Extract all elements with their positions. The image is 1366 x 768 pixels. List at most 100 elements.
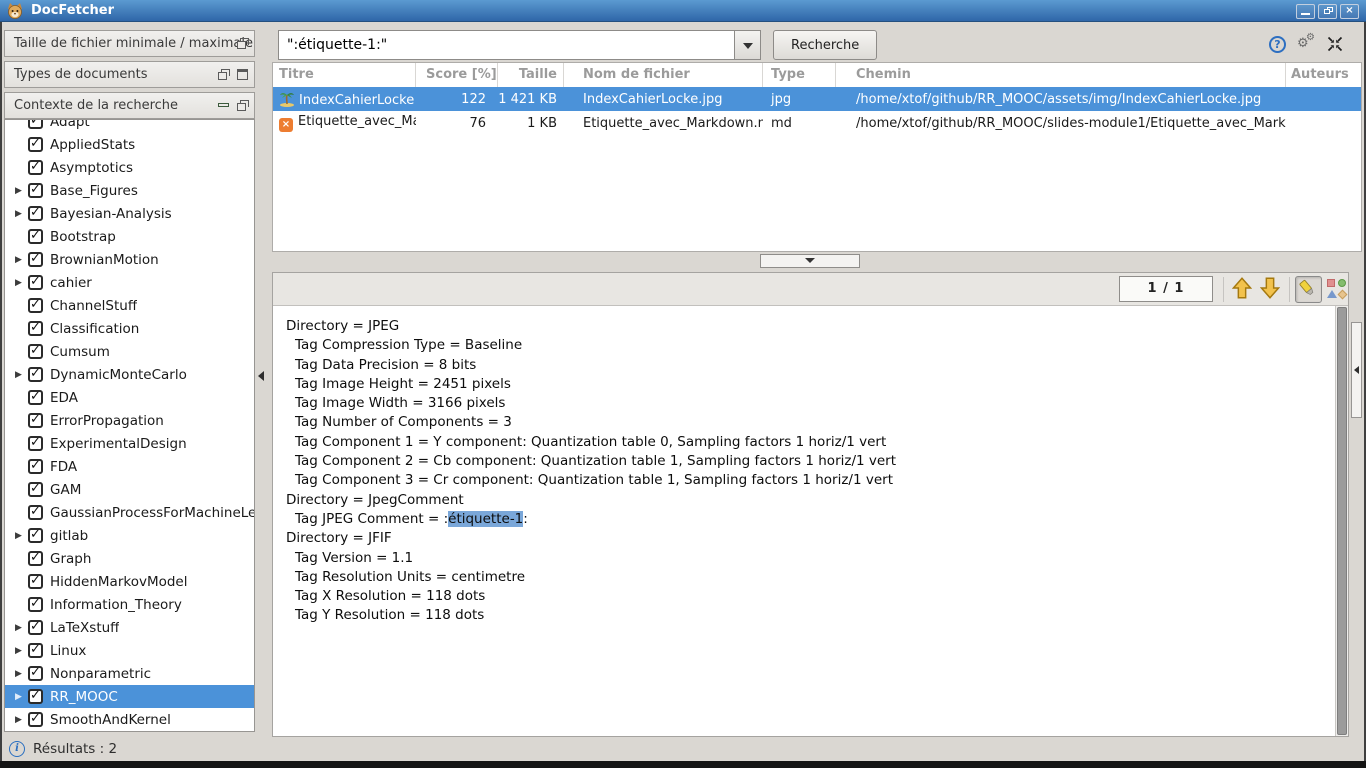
tree-item-brownianmotion[interactable]: ▶BrownianMotion	[5, 248, 254, 271]
tree-item-graph[interactable]: Graph	[5, 547, 254, 570]
restore-button[interactable]	[1318, 4, 1337, 19]
tree-item-checkbox[interactable]	[28, 712, 43, 727]
expand-arrow-icon[interactable]: ▶	[15, 186, 28, 196]
tree-item-gitlab[interactable]: ▶gitlab	[5, 524, 254, 547]
column-header-chemin[interactable]: Chemin	[836, 63, 1286, 87]
tree-item-classification[interactable]: Classification	[5, 317, 254, 340]
tree-item-checkbox[interactable]	[28, 643, 43, 658]
tree-item-checkbox[interactable]	[28, 528, 43, 543]
result-row[interactable]: IndexCahierLocke1221 421 KBIndexCahierLo…	[273, 87, 1361, 111]
tree-item-checkbox[interactable]	[28, 505, 43, 520]
previous-occurrence-button[interactable]	[1229, 277, 1255, 303]
scrollbar-thumb[interactable]	[1337, 307, 1347, 735]
expand-arrow-icon[interactable]: ▶	[15, 715, 28, 725]
restore-panel-icon[interactable]	[237, 38, 248, 49]
tree-item-checkbox[interactable]	[28, 229, 43, 244]
tree-item-errorpropagation[interactable]: ErrorPropagation	[5, 409, 254, 432]
tree-item-checkbox[interactable]	[28, 482, 43, 497]
expand-arrow-icon[interactable]: ▶	[15, 623, 28, 633]
tree-item-cumsum[interactable]: Cumsum	[5, 340, 254, 363]
horizontal-splitter[interactable]	[272, 252, 1362, 272]
tree-item-gaussianprocessformachinelearning[interactable]: GaussianProcessForMachineLearning	[5, 501, 254, 524]
page-indicator[interactable]: 1 / 1	[1119, 276, 1213, 302]
tree-item-rr_mooc[interactable]: ▶RR_MOOC	[5, 685, 254, 708]
preview-scrollbar[interactable]	[1335, 306, 1348, 736]
help-icon[interactable]: ?	[1269, 36, 1286, 53]
preview-text[interactable]: Directory = JPEGTag Compression Type = B…	[273, 306, 1335, 736]
tree-item-bayesian-analysis[interactable]: ▶Bayesian-Analysis	[5, 202, 254, 225]
tree-item-checkbox[interactable]	[28, 298, 43, 313]
tree-item-checkbox[interactable]	[28, 620, 43, 635]
tree-item-latexstuff[interactable]: ▶LaTeXstuff	[5, 616, 254, 639]
maximize-panel-icon[interactable]	[237, 69, 248, 80]
column-header-score-[interactable]: Score [%]	[416, 63, 498, 87]
tree-item-asymptotics[interactable]: Asymptotics	[5, 156, 254, 179]
restore-panel-icon[interactable]	[237, 100, 248, 111]
search-history-dropdown-button[interactable]	[734, 30, 761, 60]
tree-item-checkbox[interactable]	[28, 321, 43, 336]
minimize-panel-icon[interactable]	[218, 103, 229, 107]
expand-arrow-icon[interactable]: ▶	[15, 255, 28, 265]
tree-item-checkbox[interactable]	[28, 459, 43, 474]
collapse-preview-side-button[interactable]	[1351, 322, 1362, 418]
tree-item-checkbox[interactable]	[28, 390, 43, 405]
panel-search-scope[interactable]: Contexte de la recherche	[4, 92, 255, 119]
minimize-button[interactable]	[1296, 4, 1315, 19]
restore-panel-icon[interactable]	[218, 69, 229, 80]
tree-item-channelstuff[interactable]: ChannelStuff	[5, 294, 254, 317]
tree-item-nonparametric[interactable]: ▶Nonparametric	[5, 662, 254, 685]
expand-arrow-icon[interactable]: ▶	[15, 669, 28, 679]
tree-item-checkbox[interactable]	[28, 137, 43, 152]
sidebar-collapse-handle[interactable]	[258, 371, 268, 389]
tree-item-checkbox[interactable]	[28, 119, 43, 129]
tree-item-checkbox[interactable]	[28, 597, 43, 612]
tree-item-base_figures[interactable]: ▶Base_Figures	[5, 179, 254, 202]
close-button[interactable]: ×	[1340, 4, 1359, 19]
tree-item-checkbox[interactable]	[28, 551, 43, 566]
next-occurrence-button[interactable]	[1257, 277, 1283, 303]
preferences-gears-icon[interactable]: ⚙⚙	[1297, 32, 1319, 54]
tree-item-information_theory[interactable]: Information_Theory	[5, 593, 254, 616]
tree-item-checkbox[interactable]	[28, 275, 43, 290]
result-row[interactable]: ×Etiquette_avec_Markdown761 KBEtiquette_…	[273, 111, 1361, 135]
column-header-type[interactable]: Type	[763, 63, 836, 87]
tree-item-checkbox[interactable]	[28, 689, 43, 704]
tree-item-dynamicmontecarlo[interactable]: ▶DynamicMonteCarlo	[5, 363, 254, 386]
tree-item-checkbox[interactable]	[28, 252, 43, 267]
highlight-toggle-button[interactable]	[1295, 276, 1322, 303]
column-header-nom-de-fichier[interactable]: Nom de fichier	[564, 63, 763, 87]
panel-doctypes[interactable]: Types de documents	[4, 61, 255, 88]
tree-item-experimentaldesign[interactable]: ExperimentalDesign	[5, 432, 254, 455]
tree-item-hiddenmarkovmodel[interactable]: HiddenMarkovModel	[5, 570, 254, 593]
tree-item-checkbox[interactable]	[28, 344, 43, 359]
tree-item-checkbox[interactable]	[28, 367, 43, 382]
tree-item-smoothandkernel[interactable]: ▶SmoothAndKernel	[5, 708, 254, 731]
expand-arrow-icon[interactable]: ▶	[15, 370, 28, 380]
column-header-auteurs[interactable]: Auteurs	[1286, 63, 1362, 87]
tree-item-checkbox[interactable]	[28, 206, 43, 221]
column-header-titre[interactable]: Titre	[273, 63, 416, 87]
search-button[interactable]: Recherche	[773, 30, 877, 60]
tree-item-gam[interactable]: GAM	[5, 478, 254, 501]
tree-item-checkbox[interactable]	[28, 574, 43, 589]
highlight-colors-icon[interactable]	[1327, 279, 1347, 299]
tree-item-adapt[interactable]: Adapt	[5, 119, 254, 133]
tree-item-appliedstats[interactable]: AppliedStats	[5, 133, 254, 156]
search-input[interactable]	[278, 30, 735, 60]
tree-item-cahier[interactable]: ▶cahier	[5, 271, 254, 294]
expand-arrow-icon[interactable]: ▶	[15, 209, 28, 219]
expand-arrow-icon[interactable]: ▶	[15, 278, 28, 288]
tree-item-fda[interactable]: FDA	[5, 455, 254, 478]
tree-item-eda[interactable]: EDA	[5, 386, 254, 409]
expand-arrow-icon[interactable]: ▶	[15, 646, 28, 656]
tree-item-checkbox[interactable]	[28, 160, 43, 175]
expand-arrow-icon[interactable]: ▶	[15, 692, 28, 702]
expand-arrow-icon[interactable]: ▶	[15, 531, 28, 541]
tree-item-checkbox[interactable]	[28, 413, 43, 428]
column-header-taille[interactable]: Taille	[498, 63, 564, 87]
tree-item-checkbox[interactable]	[28, 183, 43, 198]
tree-item-checkbox[interactable]	[28, 666, 43, 681]
tree-item-checkbox[interactable]	[28, 436, 43, 451]
tree-item-bootstrap[interactable]: Bootstrap	[5, 225, 254, 248]
panel-filesize[interactable]: Taille de fichier minimale / maximale	[4, 30, 255, 57]
